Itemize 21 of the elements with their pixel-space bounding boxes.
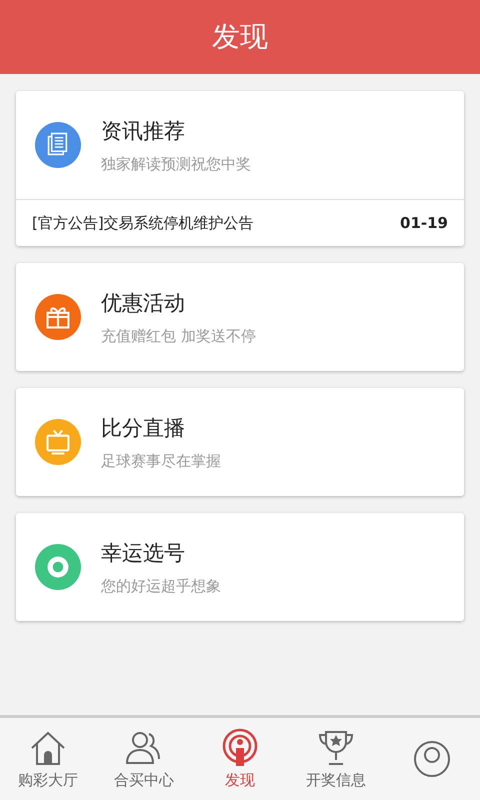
- card-title: 优惠活动: [101, 290, 186, 316]
- feature-card[interactable]: 资讯推荐 独家解读预测祝您中奖 [官方公告]交易系统停机维护公告 01-19: [16, 91, 464, 246]
- tab-item[interactable]: 发现: [192, 718, 288, 800]
- broadcast-icon: [220, 728, 260, 768]
- trophy-icon: [316, 728, 356, 768]
- notice-date: 01-19: [400, 214, 448, 232]
- page-title: 发现: [212, 19, 268, 55]
- tab-item[interactable]: 开奖信息: [288, 718, 384, 800]
- card-title: 比分直播: [101, 414, 186, 442]
- card-subtitle: 足球赛事尽在掌握: [101, 452, 221, 470]
- card-subtitle: 独家解读预测祝您中奖: [101, 154, 251, 174]
- feature-card[interactable]: 比分直播 足球赛事尽在掌握: [16, 388, 464, 496]
- card-subtitle: 您的好运超乎想象: [101, 576, 221, 596]
- feature-card[interactable]: 幸运选号 您的好运超乎想象: [16, 513, 464, 621]
- card-title: 幸运选号: [101, 540, 186, 566]
- tab-item[interactable]: 合买中心: [96, 718, 192, 800]
- feature-card[interactable]: 优惠活动 充值赠红包 加奖送不停: [16, 263, 464, 371]
- card-title: 资讯推荐: [101, 118, 186, 144]
- notice-text[interactable]: [官方公告]交易系统停机维护公告: [32, 214, 254, 232]
- card-subtitle: 充值赠红包 加奖送不停: [101, 326, 256, 346]
- tab-item[interactable]: 购彩大厅: [0, 718, 96, 800]
